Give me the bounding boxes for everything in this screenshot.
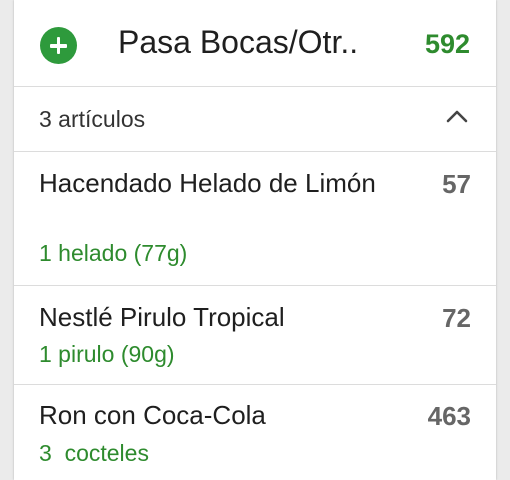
divider <box>14 86 496 87</box>
food-list-item[interactable]: Ron con Coca-Cola 3 cocteles 463 <box>14 385 496 480</box>
meal-header: Pasa Bocas/Otr.. 592 <box>14 0 496 87</box>
item-count-label: 3 artículos <box>39 106 146 132</box>
meal-title: Pasa Bocas/Otr.. <box>118 24 359 60</box>
food-name: Hacendado Helado de Limón <box>39 168 376 198</box>
meal-card: Pasa Bocas/Otr.. 592 3 artículos Hacenda… <box>14 0 496 480</box>
food-list-item[interactable]: Nestlé Pirulo Tropical 1 pirulo (90g) 72 <box>14 286 496 384</box>
items-summary-row[interactable]: 3 artículos <box>14 88 496 151</box>
food-name: Nestlé Pirulo Tropical <box>39 302 285 332</box>
food-name: Ron con Coca-Cola <box>39 400 266 430</box>
food-serving: 3 cocteles <box>39 440 149 466</box>
food-list-item[interactable]: Hacendado Helado de Limón 1 helado (77g)… <box>14 152 496 285</box>
food-calories: 72 <box>442 303 471 333</box>
food-serving: 1 pirulo (90g) <box>39 341 175 367</box>
chevron-up-icon[interactable] <box>446 108 468 124</box>
add-food-button[interactable] <box>40 27 77 64</box>
food-calories: 463 <box>427 401 471 431</box>
meal-total-calories: 592 <box>424 29 470 59</box>
food-calories: 57 <box>442 169 471 199</box>
food-serving: 1 helado (77g) <box>39 240 188 266</box>
